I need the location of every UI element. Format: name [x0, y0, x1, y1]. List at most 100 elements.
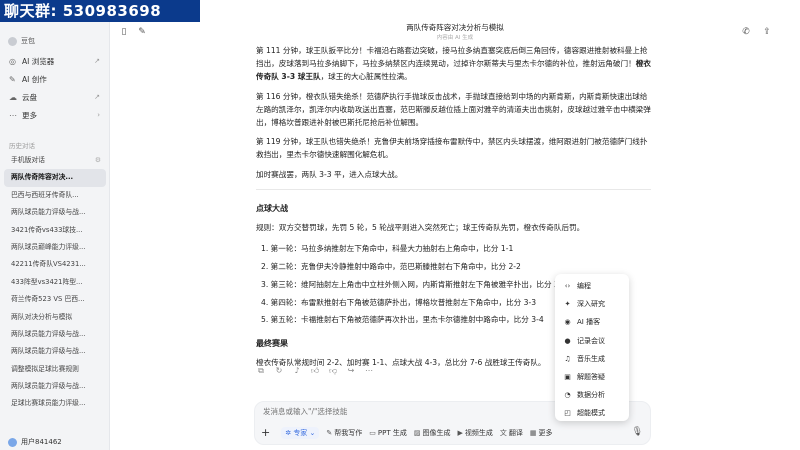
penalty-round-item: 1. 第一轮：马拉多纳推射左下角命中，科曼大力抽射右上角命中，比分 1-1: [261, 244, 514, 254]
sidebar-nav-item[interactable]: ✎ AI 创作: [4, 70, 106, 88]
ai-notice: 内容由 AI 生成: [436, 35, 474, 41]
penalty-rules: 规则：双方交替罚球，先罚 5 轮，5 轮战平则进入突然死亡；球王传奇队先罚，橙衣…: [256, 223, 585, 233]
regenerate-icon[interactable]: ↻: [274, 366, 284, 376]
history-item[interactable]: 两队球员能力评级与战...: [4, 343, 106, 360]
popup-item-label: 超能模式: [577, 409, 605, 418]
external-link-icon: ›: [97, 111, 100, 119]
history-item[interactable]: 两队球员能力评级与战...: [4, 326, 106, 343]
tool-button[interactable]: ▨ 图像生成: [414, 428, 451, 438]
sidebar-nav-item[interactable]: ⋯ 更多 ›: [4, 106, 106, 124]
external-link-icon: ↗: [94, 93, 100, 101]
p1-text-end: ，球王的大心脏属性拉满。: [320, 72, 412, 82]
thumbs-up-icon[interactable]: 👍︎: [310, 366, 320, 376]
popup-item[interactable]: ◉ AI 播客: [555, 313, 629, 331]
tool-button[interactable]: 文翻译: [500, 428, 523, 438]
sidebar-nav-label: 云盘: [22, 92, 37, 102]
history-title: 历史对话: [9, 142, 35, 150]
cloud-icon: ☁: [9, 92, 17, 102]
sidebar-user-label: 豆包: [21, 37, 35, 45]
history-item[interactable]: 42211传奇队VS4231...: [4, 256, 106, 273]
sidebar-nav-label: AI 浏览器: [22, 56, 55, 66]
paragraph-minute-119: 第 119 分钟，球王队也错失绝杀！克鲁伊夫前场穿插接布雷默传中，禁区内头球摆渡…: [256, 137, 648, 160]
history-item[interactable]: 两队球员能力评级与战...: [4, 204, 106, 221]
tool-label: 帮我写作: [334, 428, 363, 437]
divider: [256, 188, 651, 190]
tool-label: PPT 生成: [377, 428, 407, 437]
popup-item-label: 深入研究: [577, 300, 605, 309]
history-item[interactable]: 433阵型vs3421阵型...: [4, 274, 106, 291]
popup-item-label: 记录会议: [577, 336, 605, 345]
chat-input[interactable]: [263, 407, 563, 416]
settings-icon[interactable]: ⚙: [95, 152, 101, 169]
top-bar: ▯ ✎ 两队传奇阵容对决分析与模拟 内容由 AI 生成 ✆ ⇪: [110, 0, 800, 42]
popup-item[interactable]: ✦ 深入研究: [555, 295, 629, 313]
expert-label: 专家: [293, 428, 308, 437]
sidebar-nav: ◎ AI 浏览器 ↗ ✎ AI 创作 ☁ 云盘 ↗ ⋯ 更多 ›: [4, 52, 106, 124]
account-entry[interactable]: 用户841462: [8, 437, 62, 447]
share-message-icon[interactable]: ↪: [346, 366, 356, 376]
account-name: 用户841462: [21, 438, 62, 446]
sidebar-nav-label: AI 创作: [22, 74, 47, 84]
history-item[interactable]: 调整模拟足球比赛规则: [4, 361, 106, 378]
tool-button[interactable]: ▦ 更多: [530, 428, 553, 438]
share-icon[interactable]: ⇪: [762, 27, 772, 37]
paragraph-extra-time: 加时赛战罢，两队 3-3 平，进入点球大战。: [256, 169, 403, 179]
sidebar-nav-item[interactable]: ☁ 云盘 ↗: [4, 88, 106, 106]
history-item[interactable]: 荷兰传奇523 VS 巴西...: [4, 291, 106, 308]
history-item[interactable]: 两队球员能力评级与战...: [4, 378, 106, 395]
heading-penalty: 点球大战: [256, 203, 288, 213]
add-icon[interactable]: +: [261, 426, 270, 439]
history-item[interactable]: 两队传奇阵容对决...: [4, 169, 106, 187]
history-item[interactable]: 两队球员巅峰能力评级...: [4, 239, 106, 256]
tool-label: 更多: [538, 428, 553, 437]
popup-item[interactable]: ◰ 超能模式: [555, 404, 629, 422]
popup-item[interactable]: ◔ 数据分析: [555, 386, 629, 404]
sidebar-nav-label: 更多: [22, 110, 37, 120]
sidebar-nav-item[interactable]: ◎ AI 浏览器 ↗: [4, 52, 106, 70]
popup-item-label: 音乐生成: [577, 354, 605, 363]
popup-item-label: 解题答疑: [577, 372, 605, 381]
thumbs-down-icon[interactable]: 👎︎: [328, 366, 338, 376]
more-options-icon[interactable]: ⋯: [364, 366, 374, 376]
popup-item[interactable]: ‹› 编程: [555, 277, 629, 295]
copy-icon[interactable]: ⧉: [256, 366, 266, 376]
tool-button[interactable]: ▭ PPT 生成: [369, 428, 407, 438]
paragraph-minute-111: 第 111 分钟，球王队扳平比分！卡福沿右路套边突破，接马拉多纳直塞突底后倒三角…: [256, 44, 651, 84]
popup-item-label: 数据分析: [577, 391, 605, 400]
history-item[interactable]: 巴西与西班牙传奇队...: [4, 187, 106, 204]
history-item[interactable]: 两队对决分析与模拟: [4, 309, 106, 326]
popup-item[interactable]: ● 记录会议: [555, 332, 629, 350]
popup-item[interactable]: ▣ 解题答疑: [555, 368, 629, 386]
watermark-banner: 聊天群: 530983698: [0, 0, 200, 22]
history-item[interactable]: 手机版对话 ⚙: [4, 152, 106, 169]
expert-mode-button[interactable]: ✲ 专家 ⌄: [281, 426, 320, 439]
tool-row: + ✲ 专家 ⌄ ✎ 帮我写作 ▭ PPT 生成 ▨ 图像生成 ▶ 视频生成文翻译 ▦ 更多: [261, 426, 553, 439]
sidebar-user[interactable]: 豆包: [8, 36, 35, 46]
podcast-icon: ◉: [564, 318, 571, 327]
speaker-icon[interactable]: ♪: [292, 366, 302, 376]
popup-item-label: 编程: [577, 282, 591, 290]
popup-item-label: AI 播客: [577, 318, 601, 327]
skills-popup-menu: ‹› 编程 ✦ 深入研究 ◉ AI 播客 ● 记录会议 ♫ 音乐生成 ▣ 解题答疑 ◔ 数据分析 ◰ 超能模式: [555, 274, 629, 421]
microphone-icon[interactable]: 🎙︎: [632, 427, 643, 437]
history-list: 手机版对话 ⚙ 两队传奇阵容对决... 巴西与西班牙传奇队... 两队球员能力评级与战.…: [4, 152, 106, 413]
history-item[interactable]: 足球比赛球员能力评级...: [4, 395, 106, 412]
paragraph-minute-116: 第 116 分钟，橙衣队错失绝杀！范德萨执行手抛球反击战术，手抛球直接给到中场的…: [256, 91, 651, 128]
write-icon: ✎: [326, 428, 333, 437]
message-actions: ⧉ ↻ ♪ 👍︎ 👎︎ ↪ ⋯: [256, 366, 374, 376]
tool-button[interactable]: ▶ 视频生成: [457, 428, 492, 438]
music-icon: ♫: [564, 354, 571, 363]
sidebar: 豆包 ◎ AI 浏览器 ↗ ✎ AI 创作 ☁ 云盘 ↗ ⋯ 更多 › 历史对话 手机版对话 ⚙ 两队传…: [0, 0, 110, 450]
research-icon: ✦: [564, 300, 571, 309]
phone-icon[interactable]: ✆: [741, 27, 751, 37]
translate-icon: 文: [499, 428, 507, 437]
popup-item[interactable]: ♫ 音乐生成: [555, 350, 629, 368]
p1-text: 第 111 分钟，球王队扳平比分！卡福沿右路套边突破，接马拉多纳直塞突底后倒三角…: [256, 46, 648, 69]
create-icon: ✎: [9, 74, 16, 84]
ppt-icon: ▭: [369, 428, 376, 437]
history-item[interactable]: 3421传奇vs433球技...: [4, 222, 106, 239]
tool-button[interactable]: ✎ 帮我写作: [326, 428, 362, 438]
avatar: [8, 36, 17, 46]
super-icon: ◰: [564, 409, 571, 418]
external-link-icon: ↗: [94, 57, 100, 65]
